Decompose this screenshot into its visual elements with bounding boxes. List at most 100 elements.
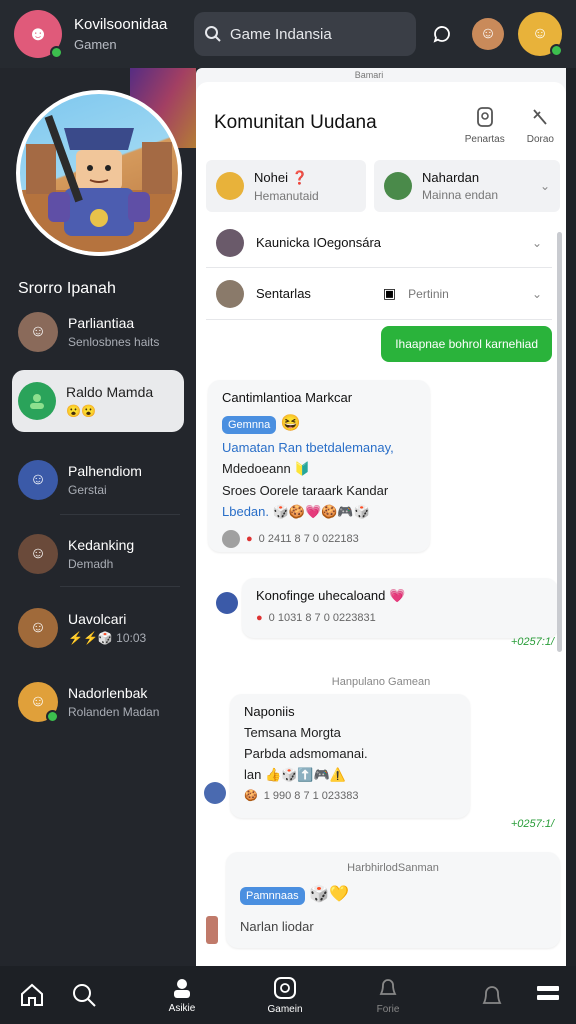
divider [60,586,180,587]
top-bar: ☻ Kovilsoonidaa Gamen Game Indansia ☺ ☺ [0,0,576,68]
message-tag: Pamnnaas [240,887,305,905]
nav-search[interactable] [66,966,102,1024]
online-indicator [46,710,59,723]
notification-icon[interactable] [426,18,458,50]
contact-avatar [216,279,244,308]
message-title: HarbhirlodSanman [347,862,439,874]
sidebar-item[interactable]: ☺ Nadorlenbak Rolanden Madan [12,676,184,728]
reaction-icon: ● [246,533,253,545]
sidebar-item-active[interactable]: Raldo Mamda 😮😮 [12,370,184,432]
item-title: Palhendiom [68,463,142,479]
message-text: Lbedan. [222,504,269,519]
sidebar: Srorro Ipanah ☺ Parliantiaa Senlosbnes ha… [0,68,196,966]
search-text: Game Indansia [230,25,332,43]
featured-character-image[interactable] [16,90,182,256]
members-button[interactable]: Penartas [465,106,505,145]
sidebar-heading: Srorro Ipanah [18,280,116,297]
contact-tag: Pertinin [408,286,449,301]
message-line: Temsana Morgta [244,725,341,740]
close-button[interactable]: Dorao [527,106,554,145]
contact-name: Kaunicka IOegonsára [256,235,382,250]
message-line-with-icons: Lbedan. 🎲🍪💗🍪🎮🎲 [222,504,416,520]
user-avatar[interactable]: ☻ [14,10,63,59]
message-line: Parbda adsmomanai. [244,746,368,761]
item-subtitle: Gerstai [68,483,107,497]
search-icon [205,26,221,42]
search-icon [73,984,96,1007]
contact-row[interactable]: Sentarlas ▣ Pertinin ⌄ [206,268,552,320]
read-status: +0257:1/ [510,818,554,830]
emoji: 😆 [280,415,301,432]
message-time: 1 990 8 7 1 023383 [263,789,359,802]
item-subtitle: Demadh [68,557,114,571]
divider [60,514,180,515]
nav-menu[interactable] [532,966,564,1024]
nav-forum[interactable]: Forie [366,966,410,1024]
message-card[interactable]: Naponiis Temsana Morgta Parbda adsmomana… [230,694,470,818]
members-label: Penartas [464,134,505,145]
item-subtitle: ⚡⚡🎲 10:03 [68,631,147,645]
message-line: Sroes Oorele taraark Kandar [222,483,389,498]
message-time-row: ● 0 2411 8 7 0 022183 [222,530,416,548]
sticker-icons: 🎲🍪💗🍪🎮🎲 [272,504,370,519]
contact-name: Sentarlas [256,286,311,301]
scrollbar[interactable] [557,232,562,652]
message-time-row: 🍪 1 990 8 7 1 023383 [244,789,456,803]
user-name: Kovilsoonidaa [74,16,168,33]
search-bar[interactable]: Game Indansia [194,12,416,56]
nav-profile[interactable]: Asikie [160,966,204,1024]
contact-avatar: ☺ [18,682,59,723]
nav-games[interactable]: Gamein [262,966,308,1024]
contact-name: Nohei ❓ [254,169,308,185]
profile-avatar[interactable]: ☺ [518,12,563,57]
item-title: Raldo Mamda [66,384,154,400]
nav-home[interactable] [14,966,50,1024]
nav-label: Gamein [267,1003,303,1015]
sidebar-item[interactable]: ☺ Uavolcari ⚡⚡🎲 10:03 [12,602,184,654]
message-card[interactable]: Cantimlantioa Markcar Gemnna 😆 Uamatan R… [208,380,430,552]
read-status: +0257:1/ [510,636,554,648]
person-icon [174,978,190,998]
sticker-icons: 🍪 [244,790,258,802]
contact-avatar: ☺ [18,534,58,574]
chest-icon: ▣ [382,285,397,301]
chevron-down-icon[interactable]: ⌄ [532,287,542,301]
nav-label: Forie [376,1003,400,1015]
contact-name: Nahardan [422,170,480,185]
section-label: Hanpulano Gamean [331,676,431,688]
sender-avatar[interactable] [206,916,218,944]
message-line: Mdedoeann 🔰 [222,461,311,476]
outgoing-message[interactable]: Ihaapnae bohrol karnehiad [381,326,552,362]
online-indicator [550,44,563,57]
contact-avatar [384,172,412,200]
user-status: Gamen [74,37,117,52]
sidebar-item[interactable]: ☺ Parliantiaa Senlosbnes haits [12,306,184,358]
message-title: Konofinge uhecaloand 💗 [256,588,406,603]
item-subtitle: 😮😮 [66,404,96,418]
sidebar-item[interactable]: ☺ Palhendiom Gerstai [12,454,184,506]
contact-avatar [216,228,244,257]
contact-card[interactable]: Nohei ❓ Hemanutaid [206,160,366,212]
contact-row[interactable]: Kaunicka IOegonsára ⌄ [206,218,552,268]
sender-avatar[interactable] [216,592,238,614]
message-tag: Gemnna [222,416,277,434]
item-title: Nadorlenbak [68,685,148,701]
nav-alerts[interactable] [476,966,508,1024]
contact-card[interactable]: Nahardan Mainna endan ⌄ [374,160,560,212]
chevron-down-icon[interactable]: ⌄ [540,179,550,193]
bottom-nav: Asikie Gamein Forie [0,966,576,1024]
bell-icon [379,978,397,995]
sidebar-item[interactable]: ☺ Kedanking Demadh [12,528,184,580]
message-line: lan 👍🎲⬆️🎮⚠️ [244,767,346,782]
message-card[interactable]: HarbhirlodSanman Pamnnaas 🎲💛 Narlan liod… [226,852,560,948]
sender-avatar [222,530,240,548]
current-user[interactable]: ☻ Kovilsoonidaa Gamen [14,10,190,59]
members-icon [476,107,493,127]
chevron-down-icon[interactable]: ⌄ [532,236,542,250]
message-line: Uamatan Ran tbetdalemanay, [222,440,394,455]
friend-avatar[interactable]: ☺ [472,18,504,50]
message-time: 0 2411 8 7 0 022183 [258,533,359,545]
sender-avatar[interactable] [204,782,226,804]
close-icon [533,109,548,125]
message-card[interactable]: Konofinge uhecaloand 💗 ● 0 1031 8 7 0 02… [242,578,558,638]
